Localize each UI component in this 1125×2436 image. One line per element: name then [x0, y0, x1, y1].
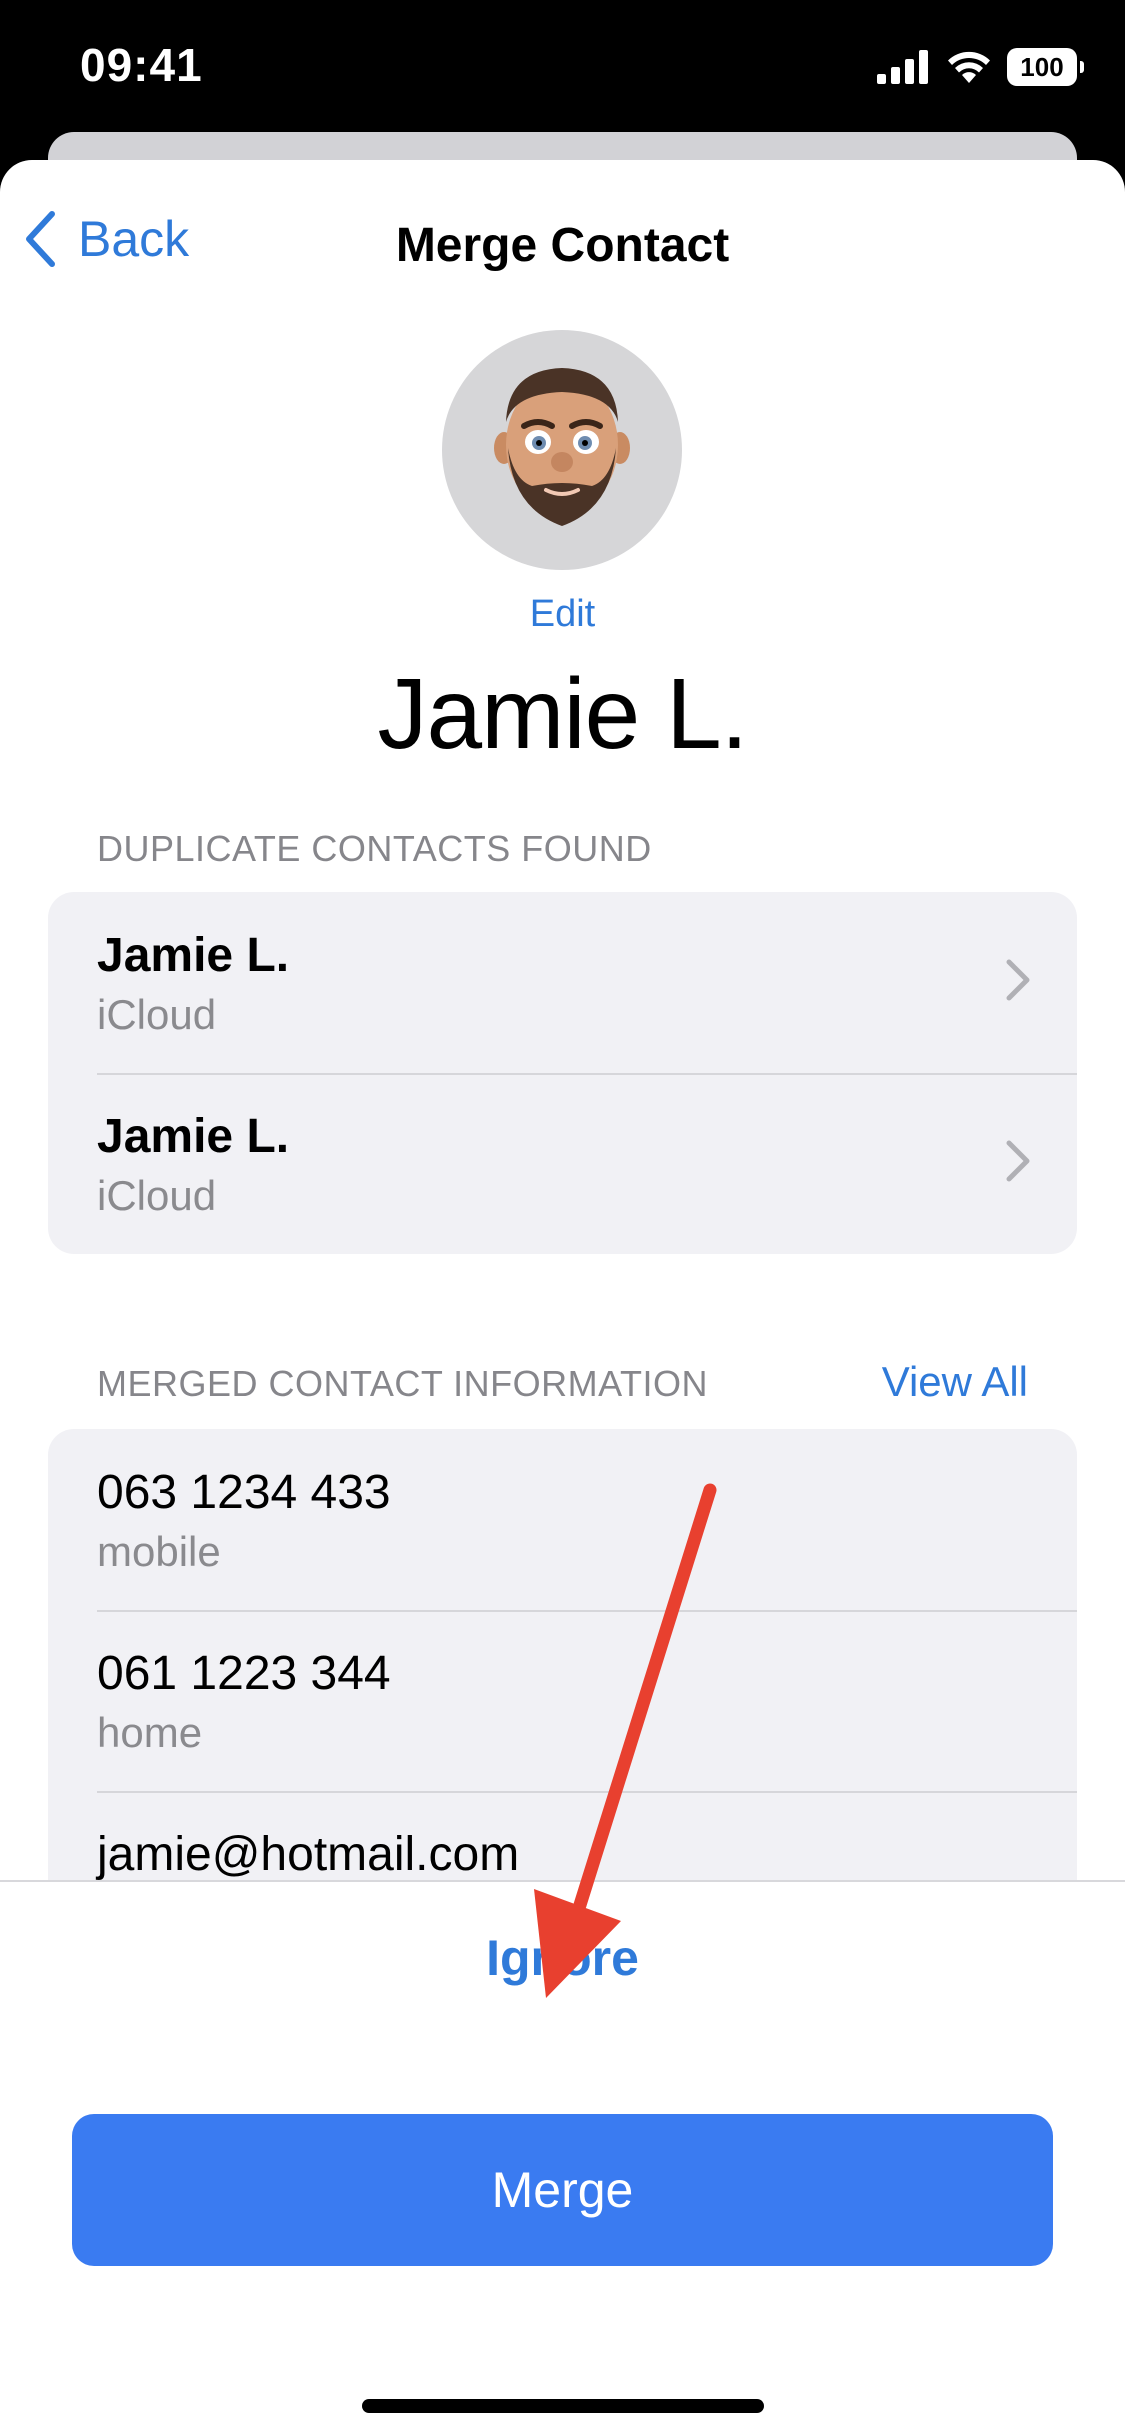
ignore-button[interactable]: Ignore: [0, 1929, 1125, 1987]
merge-button[interactable]: Merge: [72, 2114, 1053, 2266]
duplicates-list: Jamie L. iCloud Jamie L. iCloud: [48, 892, 1077, 1254]
duplicate-contact-row[interactable]: Jamie L. iCloud: [48, 892, 1077, 1073]
signal-icon: [877, 50, 928, 84]
merge-contact-sheet: Back Merge Contact Edit Jamie L. DUPLICA…: [0, 160, 1125, 2436]
chevron-right-icon: [1006, 959, 1030, 1001]
status-bar: 09:41 100: [0, 0, 1125, 140]
duplicate-contact-name: Jamie L.: [97, 929, 290, 982]
status-time: 09:41: [80, 39, 203, 91]
merged-info-label: mobile: [97, 1528, 221, 1575]
merged-info-row[interactable]: 063 1234 433 mobile: [48, 1429, 1077, 1610]
avatar[interactable]: [442, 330, 682, 570]
status-icons: 100: [877, 48, 1084, 86]
duplicates-section-header: DUPLICATE CONTACTS FOUND: [97, 828, 652, 869]
contact-name: Jamie L.: [377, 658, 749, 770]
chevron-right-icon: [1006, 1140, 1030, 1182]
merged-info-value: 061 1223 344: [97, 1647, 391, 1700]
duplicate-contact-source: iCloud: [97, 991, 217, 1038]
duplicate-contact-name: Jamie L.: [97, 1110, 290, 1163]
wifi-icon: [948, 51, 990, 83]
duplicate-contact-source: iCloud: [97, 1172, 217, 1219]
merged-info-label: home: [97, 1709, 203, 1756]
page-title: Merge Contact: [395, 219, 730, 272]
view-all-link[interactable]: View All: [882, 1358, 1028, 1406]
navigation-bar: Back Merge Contact: [0, 160, 1125, 330]
merged-info-value: 063 1234 433: [97, 1466, 391, 1519]
merged-info-value: jamie@hotmail.com: [97, 1828, 520, 1881]
battery-icon: 100: [1007, 48, 1084, 86]
home-indicator: [362, 2399, 764, 2413]
memoji-avatar-icon: [494, 368, 630, 526]
edit-photo-link[interactable]: Edit: [0, 593, 1125, 636]
duplicate-contact-row[interactable]: Jamie L. iCloud: [48, 1073, 1077, 1254]
merged-info-row[interactable]: 061 1223 344 home: [48, 1610, 1077, 1791]
merged-section-header: MERGED CONTACT INFORMATION: [97, 1363, 708, 1404]
